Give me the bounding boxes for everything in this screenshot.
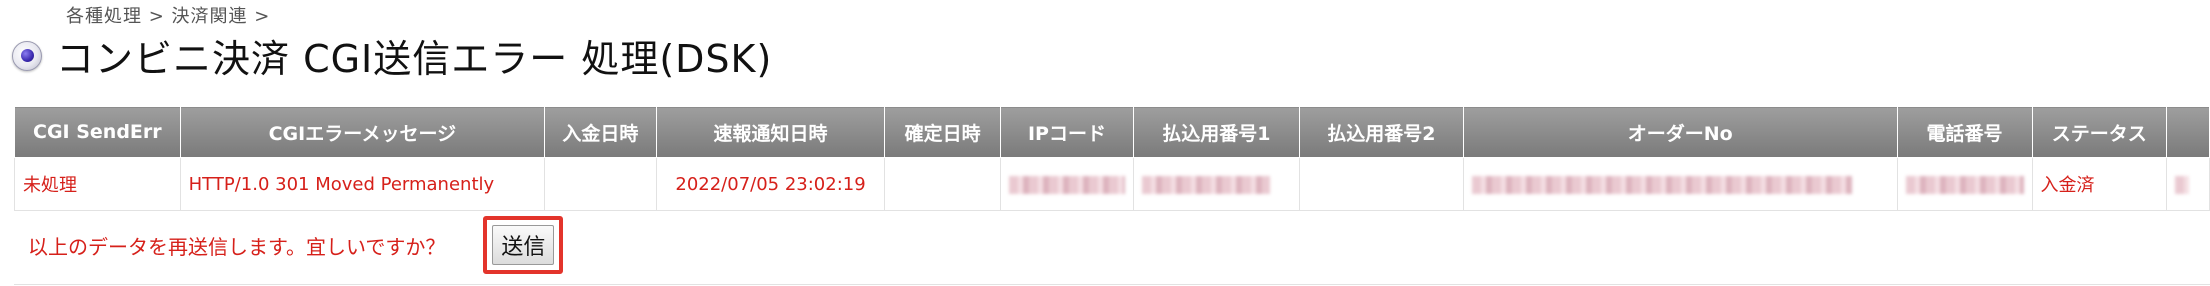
send-button[interactable]: 送信 — [492, 225, 555, 265]
col-header-payment-datetime[interactable]: 入金日時 — [544, 106, 657, 158]
col-header-confirmed-datetime[interactable]: 確定日時 — [884, 106, 1001, 158]
bullet-icon — [12, 40, 42, 71]
table-row: 未処理 HTTP/1.0 301 Moved Permanently 2022/… — [14, 157, 2210, 211]
redacted-order-no — [1472, 175, 1853, 194]
redacted-ip-code — [1008, 175, 1125, 194]
cell-confirmed-datetime — [884, 157, 1001, 211]
cell-flash-notice-datetime: 2022/07/05 23:02:19 — [655, 157, 886, 211]
col-header-order-no[interactable]: オーダーNo — [1463, 106, 1898, 158]
breadcrumb: 各種処理 > 決済関連 > — [66, 6, 271, 27]
cell-ip-code — [999, 157, 1134, 211]
cell-payment-number-1 — [1132, 157, 1300, 211]
divider — [14, 284, 2210, 285]
header-row: CGI SendErr CGIエラーメッセージ 入金日時 速報通知日時 確定日時… — [14, 106, 2210, 158]
col-header-ip-code[interactable]: IPコード — [999, 106, 1134, 158]
col-header-extra — [2166, 106, 2210, 158]
col-header-cgi-error-message[interactable]: CGIエラーメッセージ — [179, 106, 546, 158]
confirm-message: 以上のデータを再送信します。宜しいですか？ — [28, 234, 446, 259]
col-header-phone-number[interactable]: 電話番号 — [1896, 106, 2033, 158]
cell-cgi-error-message: HTTP/1.0 301 Moved Permanently — [179, 157, 546, 211]
cell-extra — [2166, 157, 2210, 211]
cell-phone-number — [1896, 157, 2033, 211]
page-title: コンビニ決済 CGI送信エラー 処理(DSK) — [56, 37, 773, 81]
col-header-payment-number-1[interactable]: 払込用番号1 — [1132, 106, 1300, 158]
cell-order-no — [1463, 157, 1898, 211]
cell-payment-number-2 — [1298, 157, 1465, 211]
cell-cgi-senderr: 未処理 — [14, 157, 181, 211]
redacted-phone-number — [1905, 175, 2024, 194]
send-button-highlight: 送信 — [483, 216, 564, 274]
redacted-payment-number-1 — [1141, 175, 1270, 194]
confirm-row: 以上のデータを再送信します。宜しいですか？ 送信 — [14, 216, 564, 274]
redacted-extra — [2175, 175, 2190, 194]
col-header-flash-notice-datetime[interactable]: 速報通知日時 — [655, 106, 886, 158]
cell-status: 入金済 — [2031, 157, 2168, 211]
cell-payment-datetime — [544, 157, 657, 211]
col-header-payment-number-2[interactable]: 払込用番号2 — [1298, 106, 1465, 158]
page-header: コンビニ決済 CGI送信エラー 処理(DSK) — [12, 28, 772, 83]
col-header-status[interactable]: ステータス — [2031, 106, 2168, 158]
error-table: CGI SendErr CGIエラーメッセージ 入金日時 速報通知日時 確定日時… — [14, 106, 2210, 211]
col-header-cgi-senderr[interactable]: CGI SendErr — [14, 106, 181, 158]
